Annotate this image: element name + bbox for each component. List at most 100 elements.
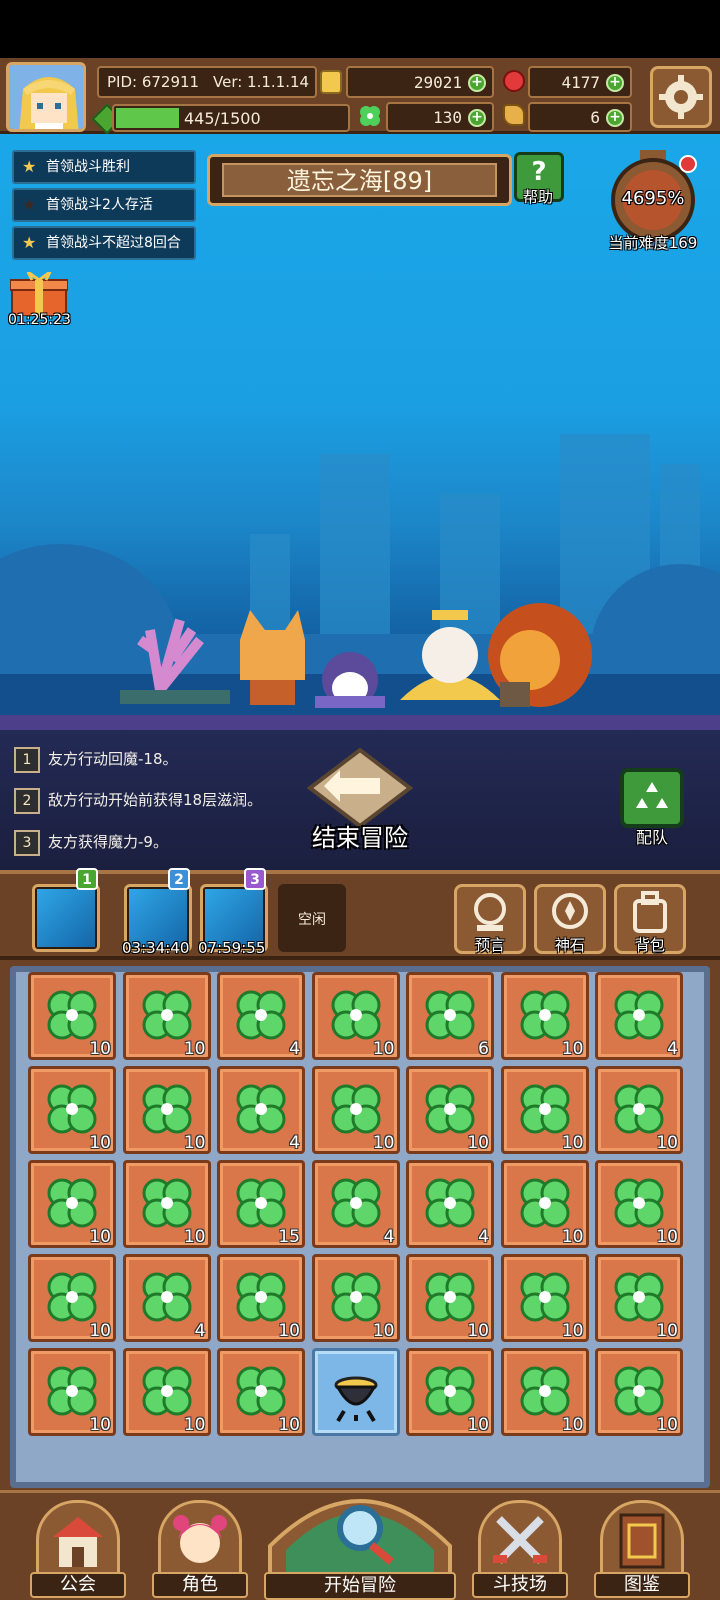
stage-banner: 遗忘之海[89] xyxy=(207,154,512,206)
backpack-button[interactable]: 背包 xyxy=(614,884,686,954)
item-quantity: 10 xyxy=(561,1039,584,1059)
add-key-button[interactable]: + xyxy=(606,109,624,127)
player-avatar[interactable] xyxy=(6,62,86,132)
inventory-slot[interactable]: 10 xyxy=(595,1254,683,1342)
clover-icon xyxy=(47,1084,97,1134)
item-quantity: 10 xyxy=(561,1227,584,1247)
help-label: 帮助 xyxy=(522,188,553,206)
clover-icon xyxy=(142,1272,191,1322)
settings-button[interactable] xyxy=(650,66,712,128)
inventory-slot[interactable]: 10 xyxy=(122,1348,211,1436)
item-quantity: 10 xyxy=(183,1415,206,1435)
gold-panel: 29021 + xyxy=(346,66,494,98)
inventory-slot[interactable]: 10 xyxy=(311,1066,400,1154)
quest-label: 首领战斗2人存活 xyxy=(46,197,153,213)
inventory-slot[interactable]: 10 xyxy=(28,1066,116,1154)
nav-frame xyxy=(158,1500,242,1578)
clover-icon xyxy=(520,1178,569,1228)
gem-panel: 4177 + xyxy=(528,66,632,98)
stage-banner-inner: 遗忘之海[89] xyxy=(222,163,497,197)
gem-amount: 4177 xyxy=(561,73,600,92)
inventory-slot[interactable]: 10 xyxy=(406,1348,494,1436)
inventory-slot[interactable]: 10 xyxy=(500,972,589,1060)
item-quantity: 10 xyxy=(561,1133,584,1153)
inventory-slot[interactable]: 10 xyxy=(217,1348,305,1436)
item-quantity: 10 xyxy=(372,1321,395,1341)
inventory-slot[interactable]: 4 xyxy=(217,972,305,1060)
item-quantity: 10 xyxy=(89,1133,111,1153)
clover-currency-icon xyxy=(358,104,382,128)
nav-label: 开始冒险 xyxy=(264,1572,456,1600)
star-icon: ★ xyxy=(22,157,37,176)
inventory-slot[interactable]: 10 xyxy=(122,1066,211,1154)
inventory-slot[interactable]: 10 xyxy=(311,1254,400,1342)
cauldron-icon xyxy=(334,1376,377,1423)
inventory-slot[interactable]: 10 xyxy=(406,1066,494,1154)
inventory-slot[interactable]: 10 xyxy=(311,972,400,1060)
inventory-slot[interactable]: 15 xyxy=(217,1160,305,1248)
add-gem-button[interactable]: + xyxy=(606,74,624,92)
guild-icon xyxy=(53,1517,103,1567)
nav-character[interactable]: 角色 xyxy=(152,1500,248,1600)
inventory-slot[interactable]: 10 xyxy=(500,1160,589,1248)
inventory-slot[interactable]: 4 xyxy=(595,972,683,1060)
penguin-hero xyxy=(315,652,385,708)
god-stone-button[interactable]: 神石 xyxy=(534,884,606,954)
inventory-slot-cauldron[interactable] xyxy=(311,1348,400,1436)
nav-codex[interactable]: 图鉴 xyxy=(594,1500,690,1600)
inventory-slot[interactable]: 10 xyxy=(406,1254,494,1342)
inventory-slot[interactable]: 10 xyxy=(595,1160,683,1248)
gift-box-button[interactable] xyxy=(9,270,69,317)
item-quantity: 4 xyxy=(289,1039,300,1059)
item-quantity: 10 xyxy=(89,1415,111,1435)
inventory-slot[interactable]: 4 xyxy=(406,1160,494,1248)
log-text: 友方行动回魔-18。 xyxy=(48,750,178,768)
clover-icon xyxy=(47,1272,97,1322)
slot-number-badge: 3 xyxy=(244,868,266,890)
expedition-slot-empty[interactable]: 空闲 xyxy=(278,884,346,952)
pid-version-panel: PID: 672911 Ver: 1.1.1.14 xyxy=(97,66,317,98)
inventory-slot[interactable]: 10 xyxy=(122,972,211,1060)
team-label: 配队 xyxy=(635,828,668,847)
inventory-slot[interactable]: 4 xyxy=(122,1254,211,1342)
prophecy-button[interactable]: 预言 xyxy=(454,884,526,954)
team-setup-button[interactable]: 配队 xyxy=(620,768,684,847)
clover-icon xyxy=(520,1272,569,1322)
inventory-slot[interactable]: 10 xyxy=(500,1254,589,1342)
nav-guild[interactable]: 公会 xyxy=(30,1500,126,1600)
inventory-slot[interactable]: 10 xyxy=(500,1348,589,1436)
key-amount: 6 xyxy=(590,108,600,127)
clover-icon xyxy=(47,1366,97,1416)
inventory-slot[interactable]: 4 xyxy=(217,1066,305,1154)
inventory-slot[interactable]: 4 xyxy=(311,1160,400,1248)
return-arrow-icon xyxy=(306,747,414,829)
item-quantity: 10 xyxy=(656,1321,678,1341)
clover-icon xyxy=(142,1084,191,1134)
item-quantity: 10 xyxy=(89,1321,111,1341)
log-line-2: 2 敌方行动开始前获得18层滋润。 xyxy=(14,785,262,815)
quest-label: 首领战斗胜利 xyxy=(46,159,130,175)
inventory-slot[interactable]: 6 xyxy=(406,972,494,1060)
gear-icon xyxy=(659,75,703,119)
add-gold-button[interactable]: + xyxy=(468,74,486,92)
expedition-slot-1[interactable] xyxy=(32,884,100,952)
item-quantity: 10 xyxy=(372,1039,395,1059)
nav-start-adventure[interactable]: 开始冒险 xyxy=(264,1466,456,1600)
clover-icon xyxy=(520,990,569,1040)
inventory-slot[interactable]: 10 xyxy=(500,1066,589,1154)
inventory-slot[interactable]: 10 xyxy=(122,1160,211,1248)
star-icon: ★ xyxy=(22,195,37,214)
inventory-slot[interactable]: 10 xyxy=(28,1254,116,1342)
item-quantity: 10 xyxy=(561,1415,584,1435)
inventory-slot[interactable]: 10 xyxy=(595,1066,683,1154)
inventory-slot[interactable]: 10 xyxy=(28,1348,116,1436)
item-quantity: 10 xyxy=(89,1227,111,1247)
nav-arena[interactable]: 斗技场 xyxy=(472,1500,568,1600)
fire-shell-enemy xyxy=(488,603,592,707)
inventory-slot[interactable]: 10 xyxy=(28,972,116,1060)
add-clover-button[interactable]: + xyxy=(468,109,486,127)
inventory-slot[interactable]: 10 xyxy=(595,1348,683,1436)
nav-frame xyxy=(600,1500,684,1578)
inventory-slot[interactable]: 10 xyxy=(217,1254,305,1342)
inventory-slot[interactable]: 10 xyxy=(28,1160,116,1248)
